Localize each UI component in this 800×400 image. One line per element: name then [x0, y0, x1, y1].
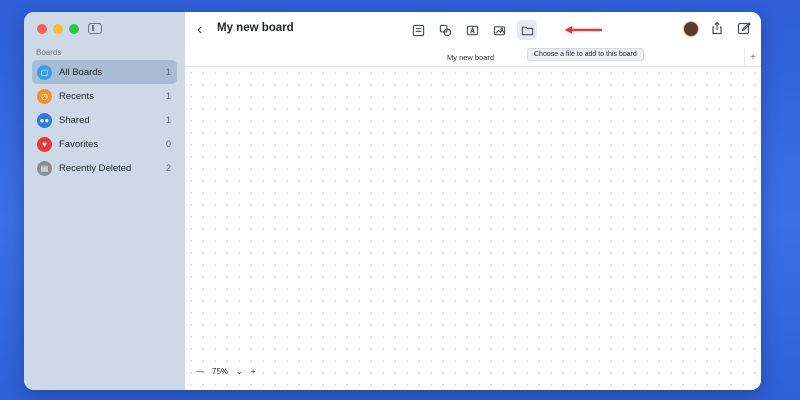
zoom-window-button[interactable]	[69, 24, 79, 34]
zoom-level[interactable]: 75%	[212, 367, 228, 376]
sidebar-item-all-boards[interactable]: ▢ All Boards 1	[32, 60, 177, 84]
sidebar-item-label: Recents	[59, 90, 94, 102]
sidebar-item-count: 2	[165, 163, 171, 173]
add-tab-button[interactable]: +	[744, 48, 761, 66]
tab-my-new-board[interactable]: My new board	[447, 53, 494, 62]
close-window-button[interactable]	[37, 24, 47, 34]
sidebar-item-shared[interactable]: ●● Shared 1	[32, 108, 177, 132]
board-canvas[interactable]	[185, 67, 761, 390]
photo-tool-icon[interactable]	[491, 22, 507, 38]
sidebar-item-count: 1	[165, 91, 171, 101]
sidebar-item-recently-deleted[interactable]: ▤ Recently Deleted 2	[32, 156, 177, 180]
sidebar-item-label: All Boards	[59, 66, 103, 78]
app-window: Boards ▢ All Boards 1 ◷ Recents 1 ●● Sha…	[24, 12, 761, 390]
shapes-tool-icon[interactable]	[437, 22, 453, 38]
zoom-out-button[interactable]: —	[196, 367, 204, 376]
sidebar-item-count: 1	[165, 115, 171, 125]
heart-icon: ♥	[37, 136, 52, 152]
zoom-control: — 75% ⌄ +	[196, 364, 263, 378]
all-boards-icon: ▢	[37, 64, 52, 80]
folder-icon[interactable]	[517, 20, 537, 40]
sidebar-item-favorites[interactable]: ♥ Favorites 0	[32, 132, 177, 156]
minimize-window-button[interactable]	[53, 24, 63, 34]
boards-section-label: Boards	[36, 48, 62, 57]
clock-icon: ◷	[37, 88, 52, 104]
tooltip: Choose a file to add to this board	[527, 48, 644, 61]
zoom-in-button[interactable]: +	[251, 367, 256, 376]
board-title: My new board	[217, 22, 294, 34]
sidebar-item-label: Favorites	[59, 138, 99, 150]
trash-icon: ▤	[37, 160, 52, 176]
people-icon: ●●	[37, 112, 52, 128]
share-icon[interactable]	[710, 21, 724, 35]
sidebar-item-recents[interactable]: ◷ Recents 1	[32, 84, 177, 108]
window-controls	[37, 24, 79, 34]
sidebar-item-label: Shared	[59, 114, 90, 126]
zoom-chevron-down-icon[interactable]: ⌄	[236, 367, 243, 376]
sidebar: Boards ▢ All Boards 1 ◷ Recents 1 ●● Sha…	[24, 12, 186, 390]
tab-bar: My new board +	[185, 48, 761, 67]
sidebar-item-label: Recently Deleted	[59, 162, 132, 174]
toolbar: ‹ My new board	[185, 12, 761, 52]
sidebar-item-count: 1	[165, 67, 171, 77]
sidebar-toggle-icon[interactable]	[88, 23, 102, 34]
red-arrow-annotation	[565, 26, 603, 34]
sidebar-items: ▢ All Boards 1 ◷ Recents 1 ●● Shared 1 ♥…	[32, 60, 177, 180]
sidebar-item-count: 0	[165, 139, 171, 149]
text-tool-icon[interactable]	[464, 22, 480, 38]
compose-icon[interactable]	[737, 21, 751, 35]
note-tool-icon[interactable]	[410, 22, 426, 38]
avatar[interactable]	[683, 21, 699, 37]
back-chevron-icon[interactable]: ‹	[197, 22, 202, 38]
